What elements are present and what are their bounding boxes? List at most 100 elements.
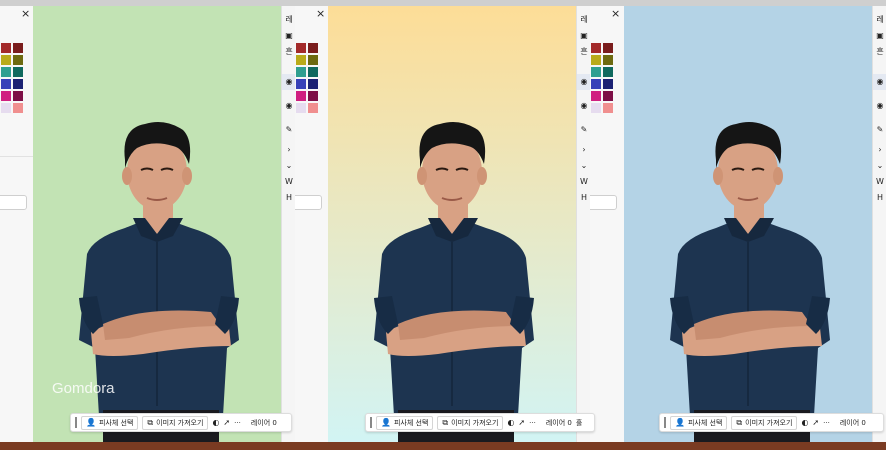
layer-icon[interactable]: ▣ xyxy=(285,28,293,44)
color-swatch[interactable] xyxy=(296,55,306,65)
adjust-icon[interactable]: ✎ xyxy=(286,122,293,138)
color-swatch[interactable] xyxy=(13,67,23,77)
color-swatch[interactable] xyxy=(308,91,318,101)
more-button[interactable]: ··· xyxy=(823,419,830,427)
color-swatch[interactable] xyxy=(591,91,601,101)
color-swatch[interactable] xyxy=(296,79,306,89)
chevron-right-icon[interactable]: › xyxy=(878,142,881,158)
color-swatch[interactable] xyxy=(1,55,11,65)
color-swatch[interactable] xyxy=(603,91,613,101)
color-swatches xyxy=(296,43,318,113)
height-label: H xyxy=(876,193,883,202)
color-swatch[interactable] xyxy=(1,91,11,101)
rocket-icon[interactable]: ➚ xyxy=(518,418,525,427)
color-swatch[interactable] xyxy=(308,103,318,113)
chevron-down-icon[interactable]: ⌄ xyxy=(286,158,293,174)
select-subject-button[interactable]: 👤 피사체 선택 xyxy=(670,415,728,430)
canvas-panel-2[interactable] xyxy=(328,6,576,442)
height-label: H xyxy=(580,193,587,202)
import-image-button[interactable]: ⧉ 이미지 가져오기 xyxy=(142,415,209,430)
color-swatch[interactable] xyxy=(1,103,11,113)
watermark: Gomdora xyxy=(52,380,115,397)
color-swatch[interactable] xyxy=(591,103,601,113)
more-button[interactable]: ··· xyxy=(234,419,241,427)
close-icon[interactable]: × xyxy=(316,7,325,20)
color-swatch[interactable] xyxy=(591,67,601,77)
color-swatch[interactable] xyxy=(296,103,306,113)
eye-icon[interactable]: ◉ xyxy=(877,98,884,114)
adjust-icon[interactable]: ✎ xyxy=(581,122,588,138)
layers-button[interactable]: 레이어 0 xyxy=(546,418,572,428)
color-swatch[interactable] xyxy=(603,67,613,77)
fill-label: 흔 xyxy=(876,47,884,56)
chevron-down-icon[interactable]: ⌄ xyxy=(877,158,884,174)
rocket-icon[interactable]: ➚ xyxy=(812,418,819,427)
color-swatch[interactable] xyxy=(13,103,23,113)
eye-icon[interactable]: ◉ xyxy=(282,74,296,90)
color-swatch[interactable] xyxy=(1,43,11,53)
layer-icon[interactable]: ▣ xyxy=(580,28,588,44)
import-image-label: 이미지 가져오기 xyxy=(745,418,793,427)
value-input[interactable] xyxy=(590,195,617,210)
eye-icon[interactable]: ◉ xyxy=(581,98,588,114)
color-swatch[interactable] xyxy=(591,43,601,53)
drag-handle[interactable] xyxy=(75,417,77,428)
more-button[interactable]: ··· xyxy=(529,419,536,427)
panel-label: 레 xyxy=(876,15,884,24)
color-swatch[interactable] xyxy=(296,67,306,77)
chevron-down-icon[interactable]: ⌄ xyxy=(581,158,588,174)
color-swatch[interactable] xyxy=(603,79,613,89)
color-swatch[interactable] xyxy=(603,103,613,113)
adjust-icon[interactable]: ✎ xyxy=(877,122,884,138)
eye-icon[interactable]: ◉ xyxy=(873,74,886,90)
color-swatch[interactable] xyxy=(603,55,613,65)
color-swatch[interactable] xyxy=(308,43,318,53)
layers-button[interactable]: 레이어 0 xyxy=(840,418,866,428)
color-swatch[interactable] xyxy=(296,91,306,101)
color-swatch[interactable] xyxy=(13,43,23,53)
height-label: H xyxy=(285,193,292,202)
layers-button[interactable]: 레이어 0 xyxy=(251,418,277,428)
bottom-toolbar-3: 👤 피사체 선택 ⧉ 이미지 가져오기 ◐ ➚ ··· 레이어 0 xyxy=(659,413,884,432)
rocket-icon[interactable]: ➚ xyxy=(223,418,230,427)
color-swatch[interactable] xyxy=(13,91,23,101)
color-swatch[interactable] xyxy=(13,55,23,65)
import-image-label: 이미지 가져오기 xyxy=(156,418,204,427)
close-icon[interactable]: × xyxy=(611,7,620,20)
import-image-button[interactable]: ⧉ 이미지 가져오기 xyxy=(437,415,504,430)
color-swatch[interactable] xyxy=(1,79,11,89)
color-swatch[interactable] xyxy=(591,79,601,89)
color-swatch[interactable] xyxy=(308,55,318,65)
panel-label: 레 xyxy=(580,15,588,24)
eye-icon[interactable]: ◉ xyxy=(286,98,293,114)
width-label: W xyxy=(876,177,884,186)
contrast-icon[interactable]: ◐ xyxy=(212,418,219,427)
close-icon[interactable]: × xyxy=(21,7,30,20)
value-input[interactable] xyxy=(0,195,27,210)
drag-handle[interactable] xyxy=(370,417,372,428)
contrast-icon[interactable]: ◐ xyxy=(507,418,514,427)
chevron-right-icon[interactable]: › xyxy=(287,142,290,158)
contrast-icon[interactable]: ◐ xyxy=(801,418,808,427)
chevron-right-icon[interactable]: › xyxy=(582,142,585,158)
value-input[interactable] xyxy=(295,195,322,210)
select-subject-button[interactable]: 👤 피사체 선택 xyxy=(81,415,139,430)
eye-icon[interactable]: ◉ xyxy=(577,74,591,90)
select-subject-button[interactable]: 👤 피사체 선택 xyxy=(376,415,434,430)
drag-handle[interactable] xyxy=(664,417,666,428)
import-image-button[interactable]: ⧉ 이미지 가져오기 xyxy=(731,415,798,430)
color-swatch[interactable] xyxy=(308,79,318,89)
canvas-panel-1[interactable] xyxy=(33,6,281,442)
color-swatch[interactable] xyxy=(13,79,23,89)
color-swatch[interactable] xyxy=(296,43,306,53)
left-settings-panel: × xyxy=(295,6,328,442)
color-swatch[interactable] xyxy=(1,67,11,77)
import-image-label: 이미지 가져오기 xyxy=(451,418,499,427)
layer-icon[interactable]: ▣ xyxy=(876,28,884,44)
color-swatch[interactable] xyxy=(603,43,613,53)
fill-label: 흔 xyxy=(285,47,293,56)
canvas-panel-3[interactable] xyxy=(624,6,872,442)
tool-strip-3: 레 ▣ 흔 ◉ ◉ ✎ › ⌄ W H xyxy=(872,6,886,442)
color-swatch[interactable] xyxy=(591,55,601,65)
color-swatch[interactable] xyxy=(308,67,318,77)
